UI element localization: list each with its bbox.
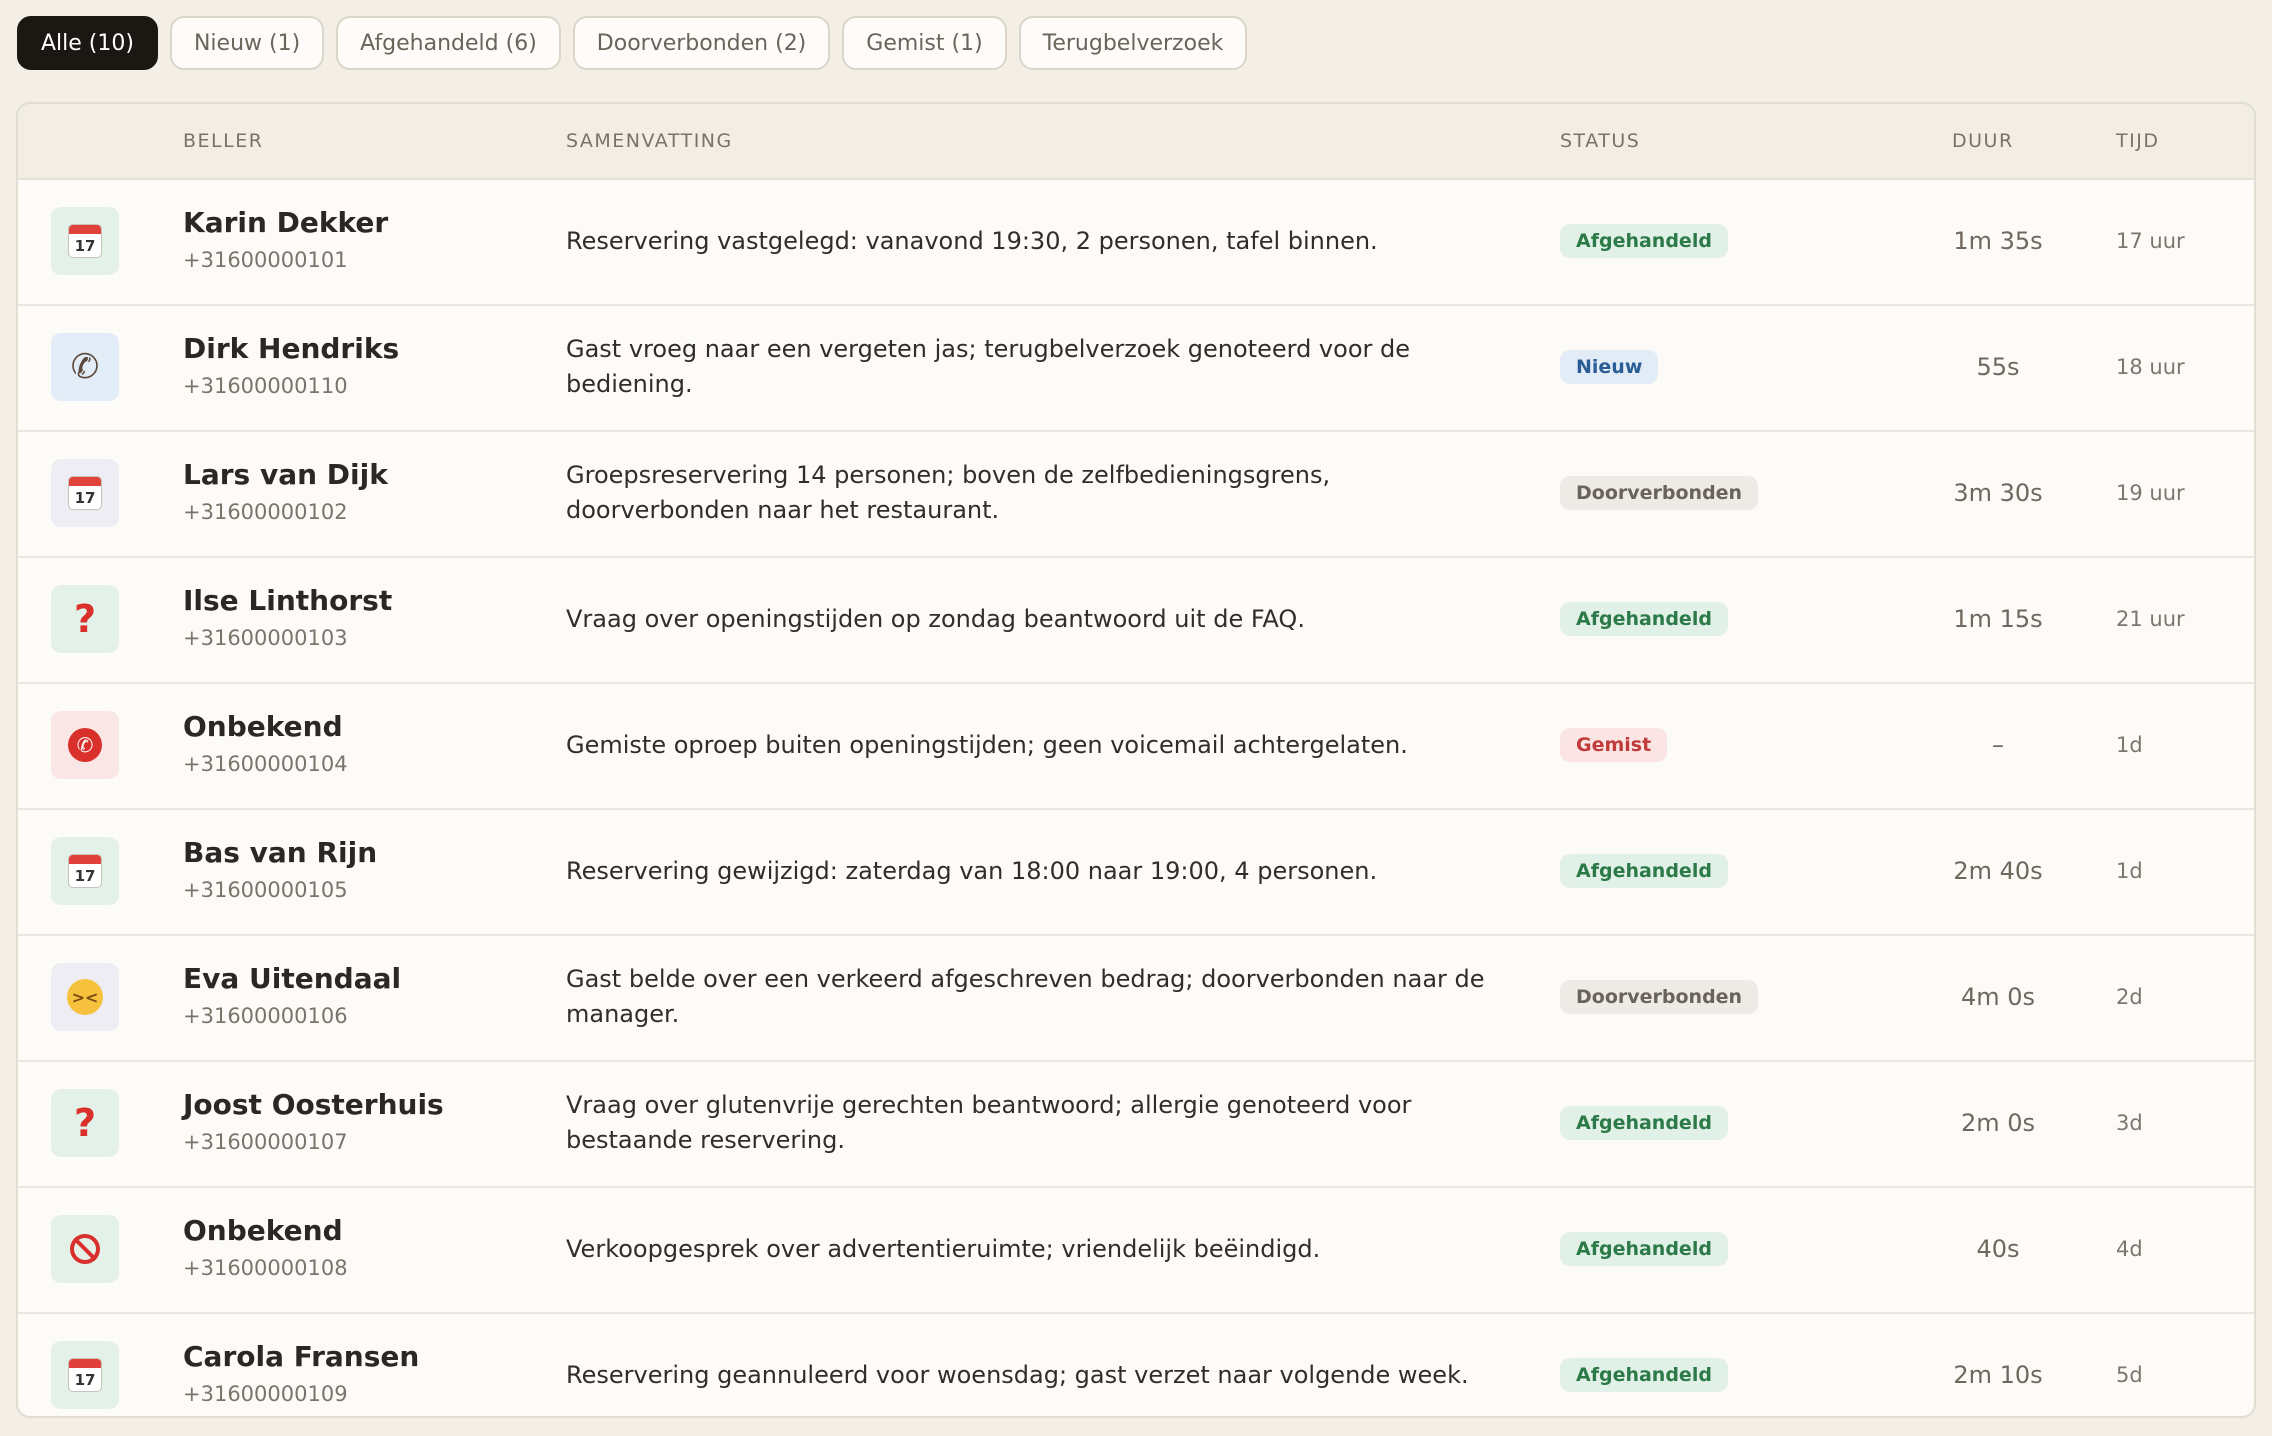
call-duration: – <box>1992 731 2004 759</box>
caller-name: Onbekend <box>183 710 343 743</box>
question-icon: ? <box>51 1089 119 1157</box>
angry-face-icon: >< <box>51 963 119 1031</box>
call-duration: 40s <box>1976 1235 2020 1263</box>
caller-phone: +31600000104 <box>183 752 348 776</box>
status-badge: Doorverbonden <box>1560 980 1759 1014</box>
table-row[interactable]: ✆ Onbekend +31600000104 Gemiste oproep b… <box>18 684 2254 810</box>
caller-phone: +31600000110 <box>183 374 348 398</box>
call-summary: Reservering vastgelegd: vanavond 19:30, … <box>566 226 1378 255</box>
table-row[interactable]: >< Eva Uitendaal +31600000106 Gast belde… <box>18 936 2254 1062</box>
tab-nieuw[interactable]: Nieuw (1) <box>169 16 325 70</box>
call-summary: Gast vroeg naar een vergeten jas; terugb… <box>566 335 1410 398</box>
call-summary: Vraag over openingstijden op zondag bean… <box>566 604 1305 633</box>
status-badge: Afgehandeld <box>1560 1232 1728 1266</box>
tab-terugbelverzoek[interactable]: Terugbelverzoek <box>1018 16 1248 70</box>
call-time: 4d <box>2116 1237 2143 1261</box>
status-badge: Afgehandeld <box>1560 224 1728 258</box>
tab-alle[interactable]: Alle (10) <box>17 16 158 70</box>
table-row[interactable]: ✆ Dirk Hendriks +31600000110 Gast vroeg … <box>18 306 2254 432</box>
caller-phone: +31600000102 <box>183 500 348 524</box>
status-badge: Afgehandeld <box>1560 602 1728 636</box>
table-row[interactable]: 17 Karin Dekker +31600000101 Reservering… <box>18 180 2254 306</box>
header-duration: DUUR <box>1952 130 2014 152</box>
call-time: 21 uur <box>2116 607 2185 631</box>
call-time: 5d <box>2116 1363 2143 1387</box>
call-summary: Reservering geannuleerd voor woensdag; g… <box>566 1360 1469 1389</box>
calendar-icon: 17 <box>51 459 119 527</box>
tab-doorverbonden[interactable]: Doorverbonden (2) <box>572 16 831 70</box>
call-duration: 3m 30s <box>1953 479 2043 507</box>
header-summary: SAMENVATTING <box>566 130 733 152</box>
call-time: 1d <box>2116 859 2143 883</box>
call-summary: Verkoopgesprek over advertentieruimte; v… <box>566 1234 1321 1263</box>
call-duration: 55s <box>1976 353 2020 381</box>
call-duration: 1m 35s <box>1953 227 2043 255</box>
call-duration: 1m 15s <box>1953 605 2043 633</box>
call-duration: 2m 40s <box>1953 857 2043 885</box>
header-status: STATUS <box>1560 130 1641 152</box>
call-time: 17 uur <box>2116 229 2185 253</box>
table-row[interactable]: 17 Carola Fransen +31600000109 Reserveri… <box>18 1314 2254 1416</box>
status-badge: Afgehandeld <box>1560 1106 1728 1140</box>
call-time: 19 uur <box>2116 481 2185 505</box>
table-header: BELLER SAMENVATTING STATUS DUUR TIJD <box>18 104 2254 180</box>
call-time: 2d <box>2116 985 2143 1009</box>
status-badge: Afgehandeld <box>1560 1358 1728 1392</box>
table-row[interactable]: 17 Bas van Rijn +31600000105 Reservering… <box>18 810 2254 936</box>
caller-phone: +31600000105 <box>183 878 348 902</box>
call-summary: Gast belde over een verkeerd afgeschreve… <box>566 965 1485 1028</box>
call-time: 3d <box>2116 1111 2143 1135</box>
caller-phone: +31600000103 <box>183 626 348 650</box>
table-row[interactable]: Onbekend +31600000108 Verkoopgesprek ove… <box>18 1188 2254 1314</box>
filter-tabs: Alle (10) Nieuw (1) Afgehandeld (6) Door… <box>17 16 1248 70</box>
tab-afgehandeld[interactable]: Afgehandeld (6) <box>336 16 561 70</box>
caller-name: Lars van Dijk <box>183 458 388 491</box>
caller-phone: +31600000107 <box>183 1130 348 1154</box>
status-badge: Gemist <box>1560 728 1668 762</box>
caller-name: Joost Oosterhuis <box>183 1088 444 1121</box>
table-row[interactable]: 17 Lars van Dijk +31600000102 Groepsrese… <box>18 432 2254 558</box>
call-summary: Groepsreservering 14 personen; boven de … <box>566 461 1331 524</box>
header-time: TIJD <box>2116 130 2160 152</box>
call-duration: 2m 10s <box>1953 1361 2043 1389</box>
status-badge: Afgehandeld <box>1560 854 1728 888</box>
call-summary: Vraag over glutenvrije gerechten beantwo… <box>566 1091 1412 1154</box>
caller-phone: +31600000101 <box>183 248 348 272</box>
prohibited-icon <box>51 1215 119 1283</box>
call-duration: 2m 0s <box>1960 1109 2036 1137</box>
caller-name: Karin Dekker <box>183 206 389 239</box>
call-time: 18 uur <box>2116 355 2185 379</box>
status-badge: Doorverbonden <box>1560 476 1759 510</box>
phone-icon: ✆ <box>51 333 119 401</box>
calls-table: BELLER SAMENVATTING STATUS DUUR TIJD 17 … <box>16 102 2256 1418</box>
table-row[interactable]: ? Joost Oosterhuis +31600000107 Vraag ov… <box>18 1062 2254 1188</box>
call-duration: 4m 0s <box>1960 983 2036 1011</box>
caller-name: Bas van Rijn <box>183 836 378 869</box>
caller-name: Eva Uitendaal <box>183 962 402 995</box>
header-caller: BELLER <box>183 130 264 152</box>
caller-phone: +31600000109 <box>183 1382 348 1406</box>
calendar-icon: 17 <box>51 1341 119 1409</box>
status-badge: Nieuw <box>1560 350 1659 384</box>
caller-name: Ilse Linthorst <box>183 584 393 617</box>
caller-phone: +31600000108 <box>183 1256 348 1280</box>
question-icon: ? <box>51 585 119 653</box>
table-row[interactable]: ? Ilse Linthorst +31600000103 Vraag over… <box>18 558 2254 684</box>
caller-name: Carola Fransen <box>183 1340 420 1373</box>
calendar-icon: 17 <box>51 837 119 905</box>
calendar-icon: 17 <box>51 207 119 275</box>
call-summary: Reservering gewijzigd: zaterdag van 18:0… <box>566 856 1378 885</box>
caller-name: Onbekend <box>183 1214 343 1247</box>
call-time: 1d <box>2116 733 2143 757</box>
tab-gemist[interactable]: Gemist (1) <box>842 16 1007 70</box>
caller-phone: +31600000106 <box>183 1004 348 1028</box>
call-summary: Gemiste oproep buiten openingstijden; ge… <box>566 730 1408 759</box>
caller-name: Dirk Hendriks <box>183 332 400 365</box>
no-phone-icon: ✆ <box>51 711 119 779</box>
